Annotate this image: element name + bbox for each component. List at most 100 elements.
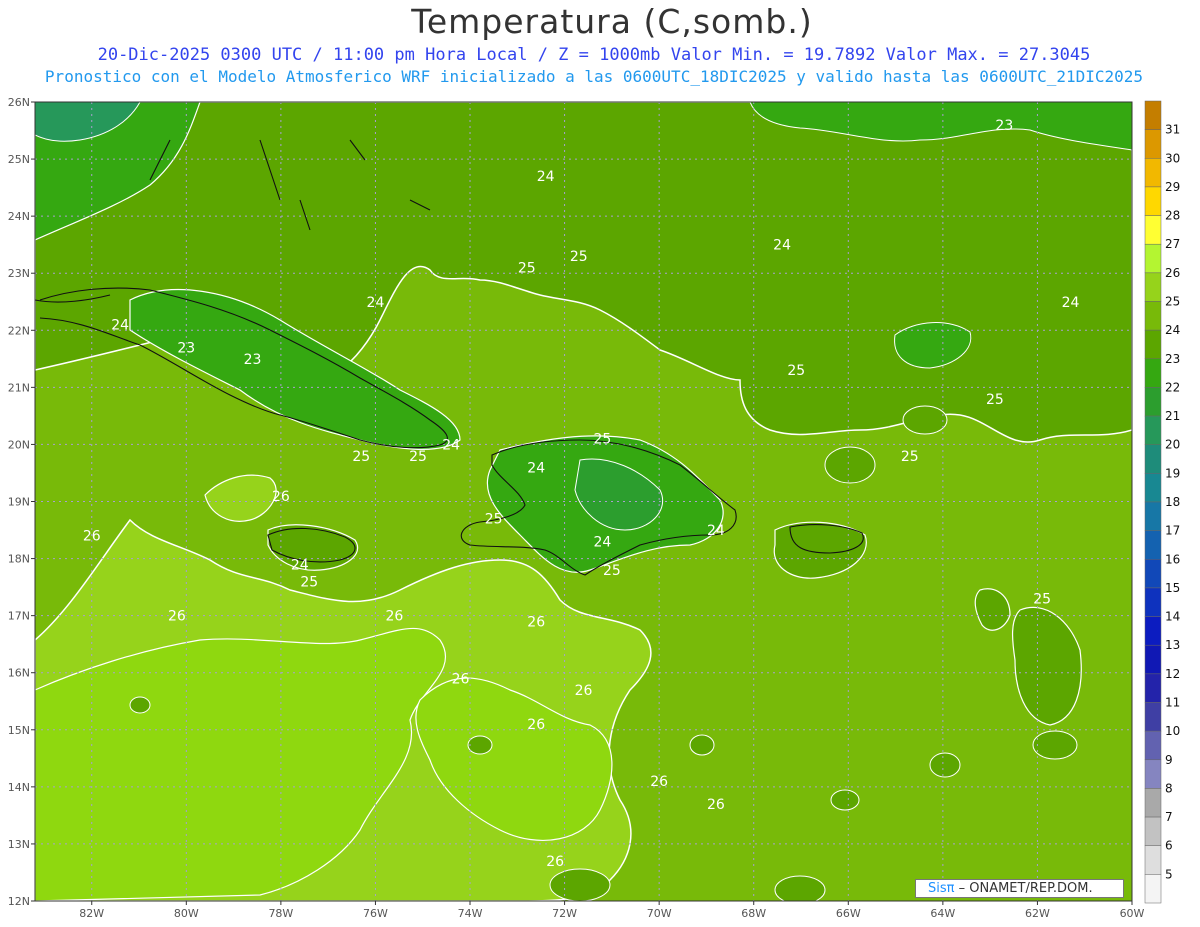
contour-label: 24 <box>527 460 545 476</box>
contour-label: 24 <box>291 557 309 573</box>
colorbar-label: 26 <box>1165 266 1180 280</box>
lat-tick-label: 16N <box>8 667 30 680</box>
contour-label: 26 <box>650 774 668 790</box>
lat-tick-label: 12N <box>8 895 30 908</box>
lat-tick-label: 18N <box>8 553 30 566</box>
colorbar-swatch <box>1144 730 1162 761</box>
colorbar-label: 14 <box>1165 610 1180 624</box>
lon-tick-label: 72W <box>552 907 577 920</box>
colorbar-swatch <box>1144 444 1162 474</box>
lat-tick-label: 13N <box>8 838 30 851</box>
colorbar-label: 21 <box>1165 409 1180 423</box>
colorbar-swatch <box>1144 158 1162 188</box>
colorbar-swatch <box>1144 644 1162 675</box>
colorbar-swatch <box>1144 129 1162 159</box>
colorbar-swatch <box>1144 587 1162 617</box>
contour-label: 24 <box>111 318 129 334</box>
colorbar-label: 5 <box>1165 867 1173 881</box>
contour-label: 26 <box>527 717 545 733</box>
colorbar-label: 13 <box>1165 638 1180 652</box>
colorbar-swatch <box>1144 845 1162 875</box>
colorbar-label: 10 <box>1165 724 1180 738</box>
colorbar-label: 23 <box>1165 352 1180 366</box>
lon-tick-label: 76W <box>363 907 388 920</box>
colorbar-label: 31 <box>1165 123 1180 137</box>
contour-label: 23 <box>995 118 1013 134</box>
colorbar-swatch <box>1144 559 1162 589</box>
colorbar-swatch <box>1144 759 1162 789</box>
colorbar-swatch <box>1144 616 1162 646</box>
lat-tick-label: 23N <box>8 267 30 280</box>
colorbar-swatch <box>1144 530 1162 560</box>
contour-label: 25 <box>570 249 588 265</box>
colorbar-swatch <box>1144 501 1162 531</box>
colorbar: 31 30 29 28 27 26 25 24 23 22 21 20 19 18 17 16 15 14 13 12… <box>1144 100 1180 904</box>
lon-tick-label: 82W <box>79 907 104 920</box>
colorbar-label: 16 <box>1165 552 1180 566</box>
lat-tick-label: 17N <box>8 610 30 623</box>
lat-tick-label: 24N <box>8 210 30 223</box>
lat-tick-label: 19N <box>8 496 30 509</box>
contour-label: 25 <box>485 512 503 528</box>
contour-label: 25 <box>593 432 611 448</box>
contour-label: 25 <box>300 574 318 590</box>
contour-label: 25 <box>518 261 536 277</box>
contour-label: 24 <box>442 437 460 453</box>
colorbar-label: 27 <box>1165 237 1180 251</box>
colorbar-label: 29 <box>1165 180 1180 194</box>
contour-label: 25 <box>986 392 1004 408</box>
colorbar-swatch <box>1144 301 1162 331</box>
colorbar-swatch <box>1144 272 1162 302</box>
contour-label: 26 <box>272 489 290 505</box>
lat-tick-label: 15N <box>8 724 30 737</box>
colorbar-label: 28 <box>1165 209 1180 223</box>
contour-label: 24 <box>367 295 385 311</box>
colorbar-label: 15 <box>1165 581 1180 595</box>
contour-label: 24 <box>1062 295 1080 311</box>
lat-tick-label: 25N <box>8 153 30 166</box>
contour-label: 26 <box>452 671 470 687</box>
colorbar-swatch <box>1144 702 1162 732</box>
lon-tick-label: 80W <box>174 907 199 920</box>
lon-tick-label: 78W <box>268 907 293 920</box>
colorbar-swatch <box>1144 788 1162 818</box>
colorbar-label: 9 <box>1165 753 1173 767</box>
contour-label: 26 <box>575 683 593 699</box>
colorbar-label: 18 <box>1165 495 1180 509</box>
colorbar-swatch <box>1144 358 1162 388</box>
colorbar-swatch <box>1144 100 1162 130</box>
colorbar-swatch <box>1144 673 1162 703</box>
colorbar-label: 11 <box>1165 696 1180 710</box>
longitude-axis: 82W 80W 78W 76W 74W 72W 70W 68W 66W 64W 62W 60W <box>79 901 1145 920</box>
colorbar-label: 24 <box>1165 323 1180 337</box>
brand-logo: Sisπ <box>928 881 955 896</box>
contour-label: 26 <box>83 529 101 545</box>
contour-label: 25 <box>1033 592 1051 608</box>
contour-label: 25 <box>901 449 919 465</box>
contour-label: 24 <box>773 238 791 254</box>
colorbar-swatch <box>1144 329 1162 360</box>
contour-label: 25 <box>352 449 370 465</box>
lon-tick-label: 68W <box>741 907 766 920</box>
lat-tick-label: 22N <box>8 324 30 337</box>
colorbar-label: 20 <box>1165 438 1180 452</box>
contour-label: 26 <box>707 797 725 813</box>
lat-tick-label: 26N <box>8 96 30 109</box>
contour-label: 24 <box>593 534 611 550</box>
colorbar-swatch <box>1144 215 1162 245</box>
colorbar-swatch <box>1144 243 1162 274</box>
credit-box: Sisπ – ONAMET/REP.DOM. <box>915 879 1124 898</box>
colorbar-label: 19 <box>1165 466 1180 480</box>
contour-label: 23 <box>244 352 262 368</box>
colorbar-label: 8 <box>1165 781 1173 795</box>
contour-label: 25 <box>409 449 427 465</box>
colorbar-swatch <box>1144 415 1162 445</box>
lat-tick-label: 20N <box>8 438 30 451</box>
contour-label: 24 <box>537 169 555 185</box>
contour-label: 25 <box>603 563 621 579</box>
colorbar-swatch <box>1144 186 1162 216</box>
colorbar-label: 17 <box>1165 524 1180 538</box>
contour-label: 26 <box>527 614 545 630</box>
lon-tick-label: 74W <box>458 907 483 920</box>
lon-tick-label: 60W <box>1120 907 1145 920</box>
